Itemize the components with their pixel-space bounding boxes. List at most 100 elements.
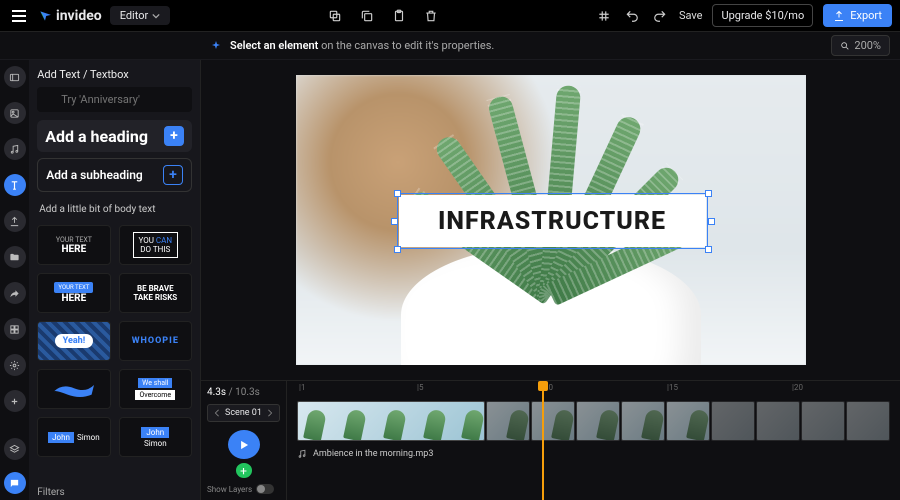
top-bar: invideo Editor Save Upgrade $10/mo Expor… [0, 0, 900, 32]
text-template[interactable]: YOUR TEXTHERE [37, 273, 110, 313]
toolbar-right: Save Upgrade $10/mo Export [595, 4, 892, 27]
upgrade-button[interactable]: Upgrade $10/mo [712, 4, 813, 27]
timeline: 4.3s / 10.3s Scene 01 + Show Layers |1 |… [201, 380, 900, 500]
video-clip[interactable] [576, 401, 620, 441]
rail-help[interactable] [4, 472, 26, 494]
selection-handle[interactable] [705, 246, 712, 253]
video-clip[interactable] [297, 401, 485, 441]
toggle-icon [256, 484, 274, 494]
grid-icon[interactable] [595, 7, 613, 25]
panel-title: Add Text / Textbox [37, 68, 192, 81]
canvas[interactable]: INFRASTRUCTURE [296, 75, 806, 365]
hint-bold: Select an element [230, 39, 318, 52]
export-button[interactable]: Export [823, 4, 892, 27]
add-subheading-label: Add a subheading [46, 168, 143, 182]
plus-icon: + [163, 165, 183, 185]
video-clip[interactable] [666, 401, 710, 441]
hint-rest: on the canvas to edit it's properties. [321, 39, 494, 52]
text-template[interactable] [37, 369, 110, 409]
text-template[interactable]: We shallOvercome [119, 369, 192, 409]
redo-icon[interactable] [651, 7, 669, 25]
paste-icon[interactable] [390, 7, 408, 25]
rail-stickers[interactable] [4, 282, 26, 304]
video-track [287, 399, 900, 443]
add-scene-button[interactable]: + [236, 463, 252, 478]
text-panel: Add Text / Textbox Add a heading + Add a… [29, 60, 201, 500]
template-search-input[interactable] [37, 87, 192, 112]
logo-mark-icon [38, 9, 52, 23]
zoom-icon [840, 41, 850, 51]
video-clip[interactable] [756, 401, 800, 441]
duplicate-icon[interactable] [358, 7, 376, 25]
video-clip[interactable] [621, 401, 665, 441]
zoom-control[interactable]: 200% [831, 35, 890, 56]
text-template[interactable]: YOUR TEXTHERE [37, 225, 110, 265]
export-icon [833, 10, 845, 22]
scene-label: Scene 01 [225, 408, 262, 418]
selection-handle[interactable] [391, 218, 398, 225]
rail-effects[interactable] [4, 354, 26, 376]
tool-rail [0, 60, 29, 500]
play-icon [237, 438, 251, 452]
audio-track[interactable]: Ambience in the morning.mp3 [287, 443, 900, 465]
video-clip[interactable] [846, 401, 890, 441]
video-clip[interactable] [531, 401, 575, 441]
brand-logo[interactable]: invideo [38, 8, 102, 24]
menu-icon[interactable] [8, 6, 30, 26]
music-note-icon [297, 449, 307, 459]
chevron-left-icon [213, 409, 221, 417]
brand-name: invideo [56, 8, 102, 24]
trash-icon[interactable] [422, 7, 440, 25]
text-element-content: INFRASTRUCTURE [438, 207, 666, 236]
editor-dropdown[interactable]: Editor [110, 6, 171, 25]
timeline-ruler: |1 |5 |10 |15 |20 [287, 381, 900, 399]
text-template[interactable]: JohnSimon [37, 417, 110, 457]
play-button[interactable] [228, 430, 260, 459]
rail-music[interactable] [4, 138, 26, 160]
selection-handle[interactable] [394, 246, 401, 253]
zoom-value: 200% [854, 39, 881, 52]
rail-layers[interactable] [4, 438, 26, 460]
text-template[interactable]: Yeah! [37, 321, 110, 361]
video-clip[interactable] [711, 401, 755, 441]
copy-icon[interactable] [326, 7, 344, 25]
selection-handle[interactable] [708, 218, 715, 225]
canvas-stage[interactable]: INFRASTRUCTURE [201, 60, 900, 380]
text-element[interactable]: INFRASTRUCTURE [399, 195, 706, 247]
rail-media[interactable] [4, 102, 26, 124]
rail-shapes[interactable] [4, 318, 26, 340]
rail-more[interactable] [4, 390, 26, 412]
playhead[interactable] [542, 381, 544, 500]
scene-selector[interactable]: Scene 01 [207, 404, 280, 422]
text-template[interactable]: WHOOPIE [119, 321, 192, 361]
show-layers-toggle[interactable]: Show Layers [207, 484, 280, 494]
rail-templates[interactable] [4, 66, 26, 88]
save-button[interactable]: Save [679, 9, 703, 22]
rail-folder[interactable] [4, 246, 26, 268]
video-clip[interactable] [486, 401, 530, 441]
editor-dropdown-label: Editor [120, 9, 149, 22]
add-heading-button[interactable]: Add a heading + [37, 120, 192, 152]
undo-icon[interactable] [623, 7, 641, 25]
canvas-area: INFRASTRUCTURE 4.3s / 10.3s Scene 01 [201, 60, 900, 500]
timeline-track-area[interactable]: |1 |5 |10 |15 |20 [287, 381, 900, 500]
chevron-right-icon [266, 409, 274, 417]
video-clip[interactable] [801, 401, 845, 441]
add-body-text-button[interactable]: Add a little bit of body text [37, 198, 192, 225]
rail-upload[interactable] [4, 210, 26, 232]
add-subheading-button[interactable]: Add a subheading + [37, 158, 192, 192]
selection-handle[interactable] [394, 190, 401, 197]
add-heading-label: Add a heading [45, 127, 148, 146]
text-template[interactable]: JohnSimon [119, 417, 192, 457]
filters-label[interactable]: Filters [37, 487, 65, 498]
rail-text[interactable] [4, 174, 26, 196]
canvas-hint: Select an element on the canvas to edit … [210, 39, 494, 52]
timeline-time: 4.3s / 10.3s [207, 387, 280, 398]
main: Add Text / Textbox Add a heading + Add a… [0, 60, 900, 500]
properties-bar: Select an element on the canvas to edit … [0, 32, 900, 60]
text-template[interactable]: BE BRAVETAKE RISKS [119, 273, 192, 313]
export-label: Export [850, 9, 882, 22]
selection-handle[interactable] [705, 190, 712, 197]
audio-clip-name: Ambience in the morning.mp3 [313, 449, 433, 459]
text-template[interactable]: YOU CANDO THIS [119, 225, 192, 265]
